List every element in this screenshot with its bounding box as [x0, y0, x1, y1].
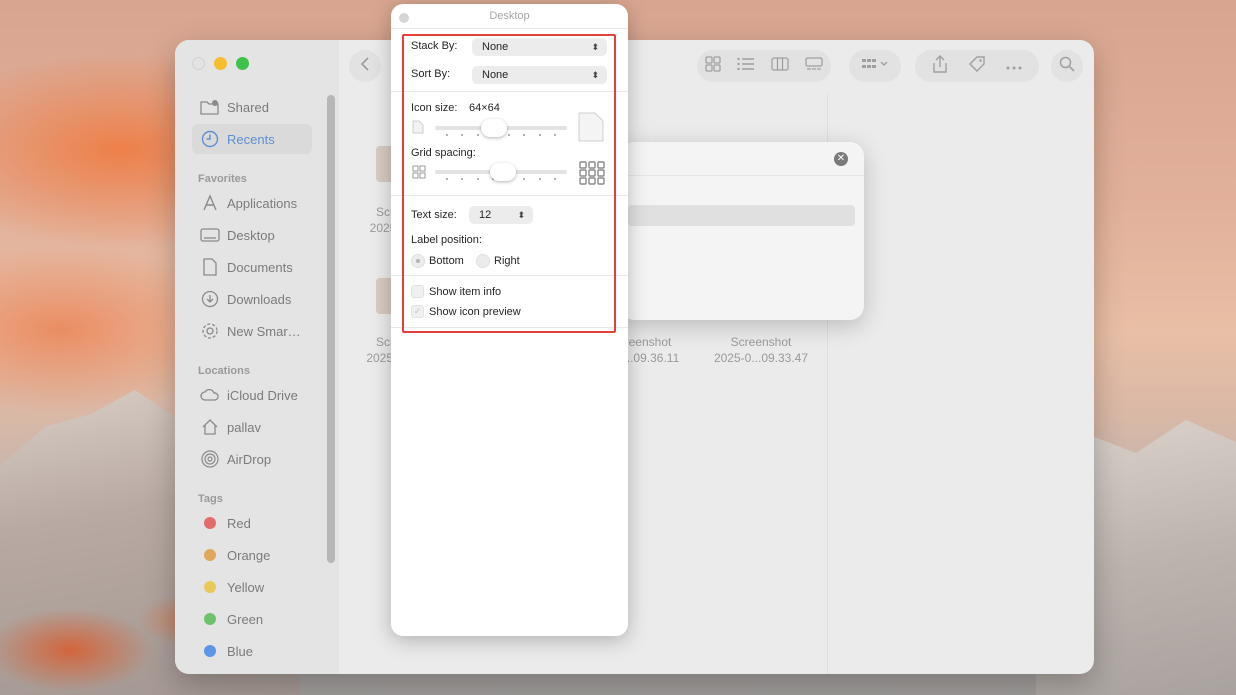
download-icon [200, 290, 220, 308]
sidebar-item-label: Yellow [227, 579, 265, 595]
airdrop-icon [200, 450, 220, 468]
file-date: 2025-0...09.33.47 [713, 351, 809, 365]
sidebar-tag-red[interactable]: Red [192, 508, 312, 538]
sidebar-tag-yellow[interactable]: Yellow [192, 572, 312, 602]
sidebar-item-label: Red [227, 515, 251, 531]
maximize-window-button[interactable] [236, 57, 249, 70]
cloud-icon [200, 386, 220, 404]
column-view-icon[interactable] [771, 56, 789, 76]
chevron-left-icon [360, 56, 370, 77]
sidebar-item-applications[interactable]: Applications [192, 188, 312, 218]
gear-icon [200, 322, 220, 340]
sidebar-item-label: Desktop [227, 227, 275, 243]
dialog-field[interactable] [628, 205, 855, 226]
info-dialog: ✕ [620, 142, 864, 320]
gallery-view-icon[interactable] [805, 56, 823, 76]
sidebar-tag-green[interactable]: Green [192, 604, 312, 634]
dialog-divider [620, 175, 864, 176]
clock-icon [200, 130, 220, 148]
sidebar-item-label: AirDrop [227, 451, 272, 467]
sidebar-item-documents[interactable]: Documents [192, 252, 312, 282]
tag-icon[interactable] [968, 55, 986, 78]
applications-icon [200, 194, 220, 212]
sidebar-item-recents[interactable]: Recents [192, 124, 312, 154]
close-icon[interactable]: ✕ [834, 152, 848, 166]
red-highlight-box [402, 34, 616, 333]
group-button[interactable] [849, 50, 901, 82]
icon-view-icon[interactable] [705, 55, 721, 77]
sidebar-item-label: Orange [227, 547, 271, 563]
sidebar-item-home[interactable]: pallav [192, 412, 312, 442]
tag-color-dot [204, 581, 216, 593]
sidebar-item-label: Recents [227, 131, 275, 147]
sidebar-item-airdrop[interactable]: AirDrop [192, 444, 312, 474]
finder-window: Shared Recents Favorites Applications De… [175, 40, 1094, 674]
search-button[interactable] [1051, 50, 1083, 82]
sidebar-item-downloads[interactable]: Downloads [192, 284, 312, 314]
sidebar-item-label: Applications [227, 195, 298, 211]
tag-color-dot [204, 549, 216, 561]
sidebar-item-label: pallav [227, 419, 261, 435]
sidebar-item-desktop[interactable]: Desktop [192, 220, 312, 250]
sidebar-item-icloud-drive[interactable]: iCloud Drive [192, 380, 312, 410]
sidebar-item-label: iCloud Drive [227, 387, 298, 403]
document-icon [200, 258, 220, 276]
sidebar-item-new-smart-folder[interactable]: New Smar… [192, 316, 312, 346]
sidebar-section-tags: Tags [198, 493, 223, 505]
sidebar: Shared Recents Favorites Applications De… [175, 40, 339, 674]
sidebar-tag-blue[interactable]: Blue [192, 636, 312, 666]
sidebar-section-locations: Locations [198, 365, 250, 377]
file-item[interactable]: Screenshot 2025-0...09.33.47 [696, 334, 826, 366]
shared-folder-icon [200, 98, 220, 116]
sidebar-scrollbar[interactable] [327, 95, 335, 563]
sidebar-item-label: Documents [227, 259, 293, 275]
tag-color-dot [204, 517, 216, 529]
sidebar-section-favorites: Favorites [198, 173, 247, 185]
sidebar-item-label: Green [227, 611, 264, 627]
search-icon [1059, 56, 1075, 77]
minimize-window-button[interactable] [214, 57, 227, 70]
tag-color-dot [204, 645, 216, 657]
sidebar-item-label: New Smar… [227, 323, 301, 339]
actions-group [915, 50, 1039, 82]
panel-title: Desktop [489, 10, 530, 22]
view-mode-selector[interactable] [697, 50, 831, 82]
more-icon[interactable] [1006, 57, 1022, 75]
desktop-icon [200, 226, 220, 244]
divider [391, 28, 628, 29]
share-icon[interactable] [932, 54, 948, 78]
back-button[interactable] [349, 50, 381, 82]
sidebar-item-shared[interactable]: Shared [192, 92, 312, 122]
sidebar-item-label: Shared [227, 99, 269, 115]
sidebar-tag-orange[interactable]: Orange [192, 540, 312, 570]
sidebar-item-label: Downloads [227, 291, 292, 307]
grid-group-icon [861, 57, 889, 76]
sidebar-item-label: Blue [227, 643, 254, 659]
home-icon [200, 418, 220, 436]
list-view-icon[interactable] [737, 57, 755, 76]
window-controls [192, 57, 249, 70]
close-window-button[interactable] [192, 57, 205, 70]
file-name: Screenshot [730, 335, 792, 349]
tag-color-dot [204, 613, 216, 625]
